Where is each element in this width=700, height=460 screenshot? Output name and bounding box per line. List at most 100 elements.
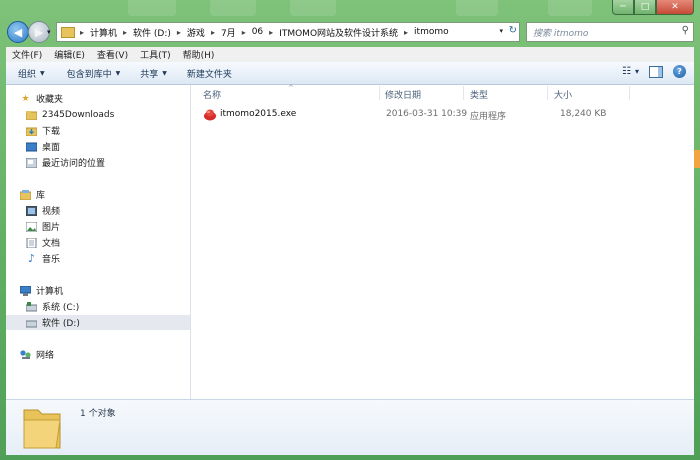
sidebar-item-videos[interactable]: 视频: [26, 203, 190, 218]
dropdown-arrow-icon: ▼: [40, 69, 45, 77]
sidebar-group-favorites[interactable]: ★ 收藏夹: [20, 91, 190, 106]
file-modified: 2016-03-31 10:39: [386, 109, 468, 119]
file-name[interactable]: itmomo2015.exe: [220, 109, 296, 119]
column-divider[interactable]: [463, 86, 464, 100]
search-input[interactable]: 搜索 itmomo: [533, 26, 588, 39]
include-library-label: 包含到库中: [66, 69, 112, 80]
refresh-icon[interactable]: ↻: [509, 25, 517, 36]
new-folder-label: 新建文件夹: [186, 69, 232, 80]
desktop-icon: [26, 142, 37, 152]
sidebar-item-label: 桌面: [42, 143, 61, 153]
app-exe-icon: [203, 108, 217, 124]
sidebar-item-recent-places[interactable]: 最近访问的位置: [26, 155, 190, 170]
column-header-type[interactable]: 类型: [470, 88, 488, 101]
breadcrumb-itmomo[interactable]: itmomo: [414, 27, 449, 37]
scroll-indicator: [694, 150, 700, 168]
column-header-name[interactable]: 名称: [203, 88, 221, 101]
download-folder-icon: [26, 126, 37, 136]
search-icon[interactable]: ⚲: [682, 25, 689, 36]
column-divider[interactable]: [379, 86, 380, 100]
column-header-modified[interactable]: 修改日期: [385, 88, 421, 101]
breadcrumb-separator[interactable]: ▸: [404, 28, 408, 37]
column-divider[interactable]: [547, 86, 548, 100]
sidebar-item-drive-c[interactable]: 系统 (C:): [26, 299, 190, 314]
drive-c-icon: [26, 301, 37, 312]
menu-tools[interactable]: 工具(T): [134, 48, 177, 61]
menu-view[interactable]: 查看(V): [91, 48, 134, 61]
menu-help[interactable]: 帮助(H): [177, 48, 221, 61]
file-list-pane: 名称 ^ 修改日期 类型 大小 itmomo2015.exe 2016-03-3…: [191, 84, 694, 399]
menu-edit[interactable]: 编辑(E): [48, 48, 91, 61]
view-options-dropdown[interactable]: ▾: [635, 67, 639, 76]
table-row[interactable]: itmomo2015.exe 2016-03-31 10:39 应用程序 18,…: [199, 107, 669, 123]
library-icon: [20, 189, 31, 200]
new-folder-button[interactable]: 新建文件夹: [187, 67, 232, 80]
help-icon[interactable]: ?: [673, 65, 686, 78]
column-header-size[interactable]: 大小: [554, 88, 572, 101]
documents-icon: [26, 237, 37, 248]
sidebar-item-2345downloads[interactable]: 2345Downloads: [26, 107, 190, 122]
folder-icon: [26, 110, 37, 120]
maximize-button[interactable]: □: [634, 0, 656, 15]
command-bar: 组织 ▼ 包含到库中 ▼ 共享 ▼ 新建文件夹 ☷ ▾ ?: [6, 62, 694, 85]
include-in-library-button[interactable]: 包含到库中 ▼: [67, 67, 121, 80]
breadcrumb-separator[interactable]: ▸: [177, 28, 181, 37]
sort-indicator-icon: ^: [288, 84, 294, 92]
video-icon: [26, 205, 37, 216]
sidebar-item-music[interactable]: ♪ 音乐: [26, 251, 190, 266]
sidebar-item-documents[interactable]: 文档: [26, 235, 190, 250]
address-dropdown[interactable]: ▾: [499, 27, 503, 35]
search-box[interactable]: 搜索 itmomo ⚲: [526, 22, 694, 42]
explorer-window: ─ □ ✕ ◀ ▶ ▾ ▸ 计算机 ▸ 软件 (D:) ▸ 游戏 ▸ 7月 ▸ …: [0, 0, 700, 460]
sidebar-item-desktop[interactable]: 桌面: [26, 139, 190, 154]
folder-icon: [20, 404, 64, 450]
recent-places-icon: [26, 157, 37, 168]
sidebar-item-label: 音乐: [42, 255, 61, 265]
star-icon: ★: [21, 93, 30, 104]
sidebar-item-label: 最近访问的位置: [42, 159, 106, 169]
sidebar-item-label: 2345Downloads: [42, 109, 115, 120]
breadcrumb-drive-d[interactable]: 软件 (D:): [133, 26, 171, 39]
sidebar-item-drive-d[interactable]: 软件 (D:): [6, 315, 190, 330]
address-bar[interactable]: ▸ 计算机 ▸ 软件 (D:) ▸ 游戏 ▸ 7月 ▸ 06 ▸ ITMOMO网…: [56, 22, 520, 42]
navigation-pane: ★ 收藏夹 2345Downloads 下载 桌面 最近访问的位置 库 视频 图…: [6, 85, 191, 399]
sidebar-group-label: 库: [36, 191, 46, 201]
sidebar-group-libraries[interactable]: 库: [20, 187, 190, 202]
sidebar-item-label: 文档: [42, 239, 61, 249]
sidebar-item-label: 下载: [42, 127, 61, 137]
folder-icon: [61, 26, 75, 38]
breadcrumb-games[interactable]: 游戏: [187, 26, 205, 39]
sidebar-group-computer[interactable]: 计算机: [20, 283, 190, 298]
breadcrumb-separator[interactable]: ▸: [269, 28, 273, 37]
sidebar-item-downloads[interactable]: 下载: [26, 123, 190, 138]
breadcrumb-separator[interactable]: ▸: [211, 28, 215, 37]
close-button[interactable]: ✕: [656, 0, 694, 15]
change-view-icon[interactable]: ☷: [622, 66, 631, 77]
sidebar-group-network[interactable]: 网络: [20, 347, 190, 362]
breadcrumb-itmomo-system[interactable]: ITMOMO网站及软件设计系统: [279, 26, 398, 39]
menu-file[interactable]: 文件(F): [6, 48, 48, 61]
breadcrumb-separator[interactable]: ▸: [242, 28, 246, 37]
computer-icon: [20, 285, 31, 296]
dropdown-arrow-icon: ▼: [115, 69, 121, 77]
sidebar-item-pictures[interactable]: 图片: [26, 219, 190, 234]
minimize-button[interactable]: ─: [612, 0, 634, 15]
breadcrumb-computer[interactable]: 计算机: [90, 26, 117, 39]
navigation-bar: ◀ ▶ ▾ ▸ 计算机 ▸ 软件 (D:) ▸ 游戏 ▸ 7月 ▸ 06 ▸ I…: [0, 19, 700, 45]
sidebar-item-label: 视频: [42, 207, 61, 217]
music-icon: ♪: [27, 252, 36, 265]
organize-button[interactable]: 组织 ▼: [18, 67, 45, 80]
file-type: 应用程序: [470, 112, 507, 122]
preview-pane-icon[interactable]: [649, 65, 663, 78]
breadcrumb-july[interactable]: 7月: [221, 26, 236, 39]
breadcrumb-separator[interactable]: ▸: [123, 28, 127, 37]
share-button[interactable]: 共享 ▼: [140, 67, 167, 80]
back-button[interactable]: ◀: [7, 21, 29, 43]
breadcrumb-06[interactable]: 06: [252, 27, 263, 37]
breadcrumb-separator[interactable]: ▸: [80, 28, 84, 37]
title-bar: ─ □ ✕: [0, 0, 700, 16]
recent-pages-dropdown[interactable]: ▾: [47, 28, 51, 36]
network-icon: [20, 349, 31, 360]
sidebar-group-label: 收藏夹: [36, 95, 64, 105]
column-divider[interactable]: [629, 86, 630, 100]
